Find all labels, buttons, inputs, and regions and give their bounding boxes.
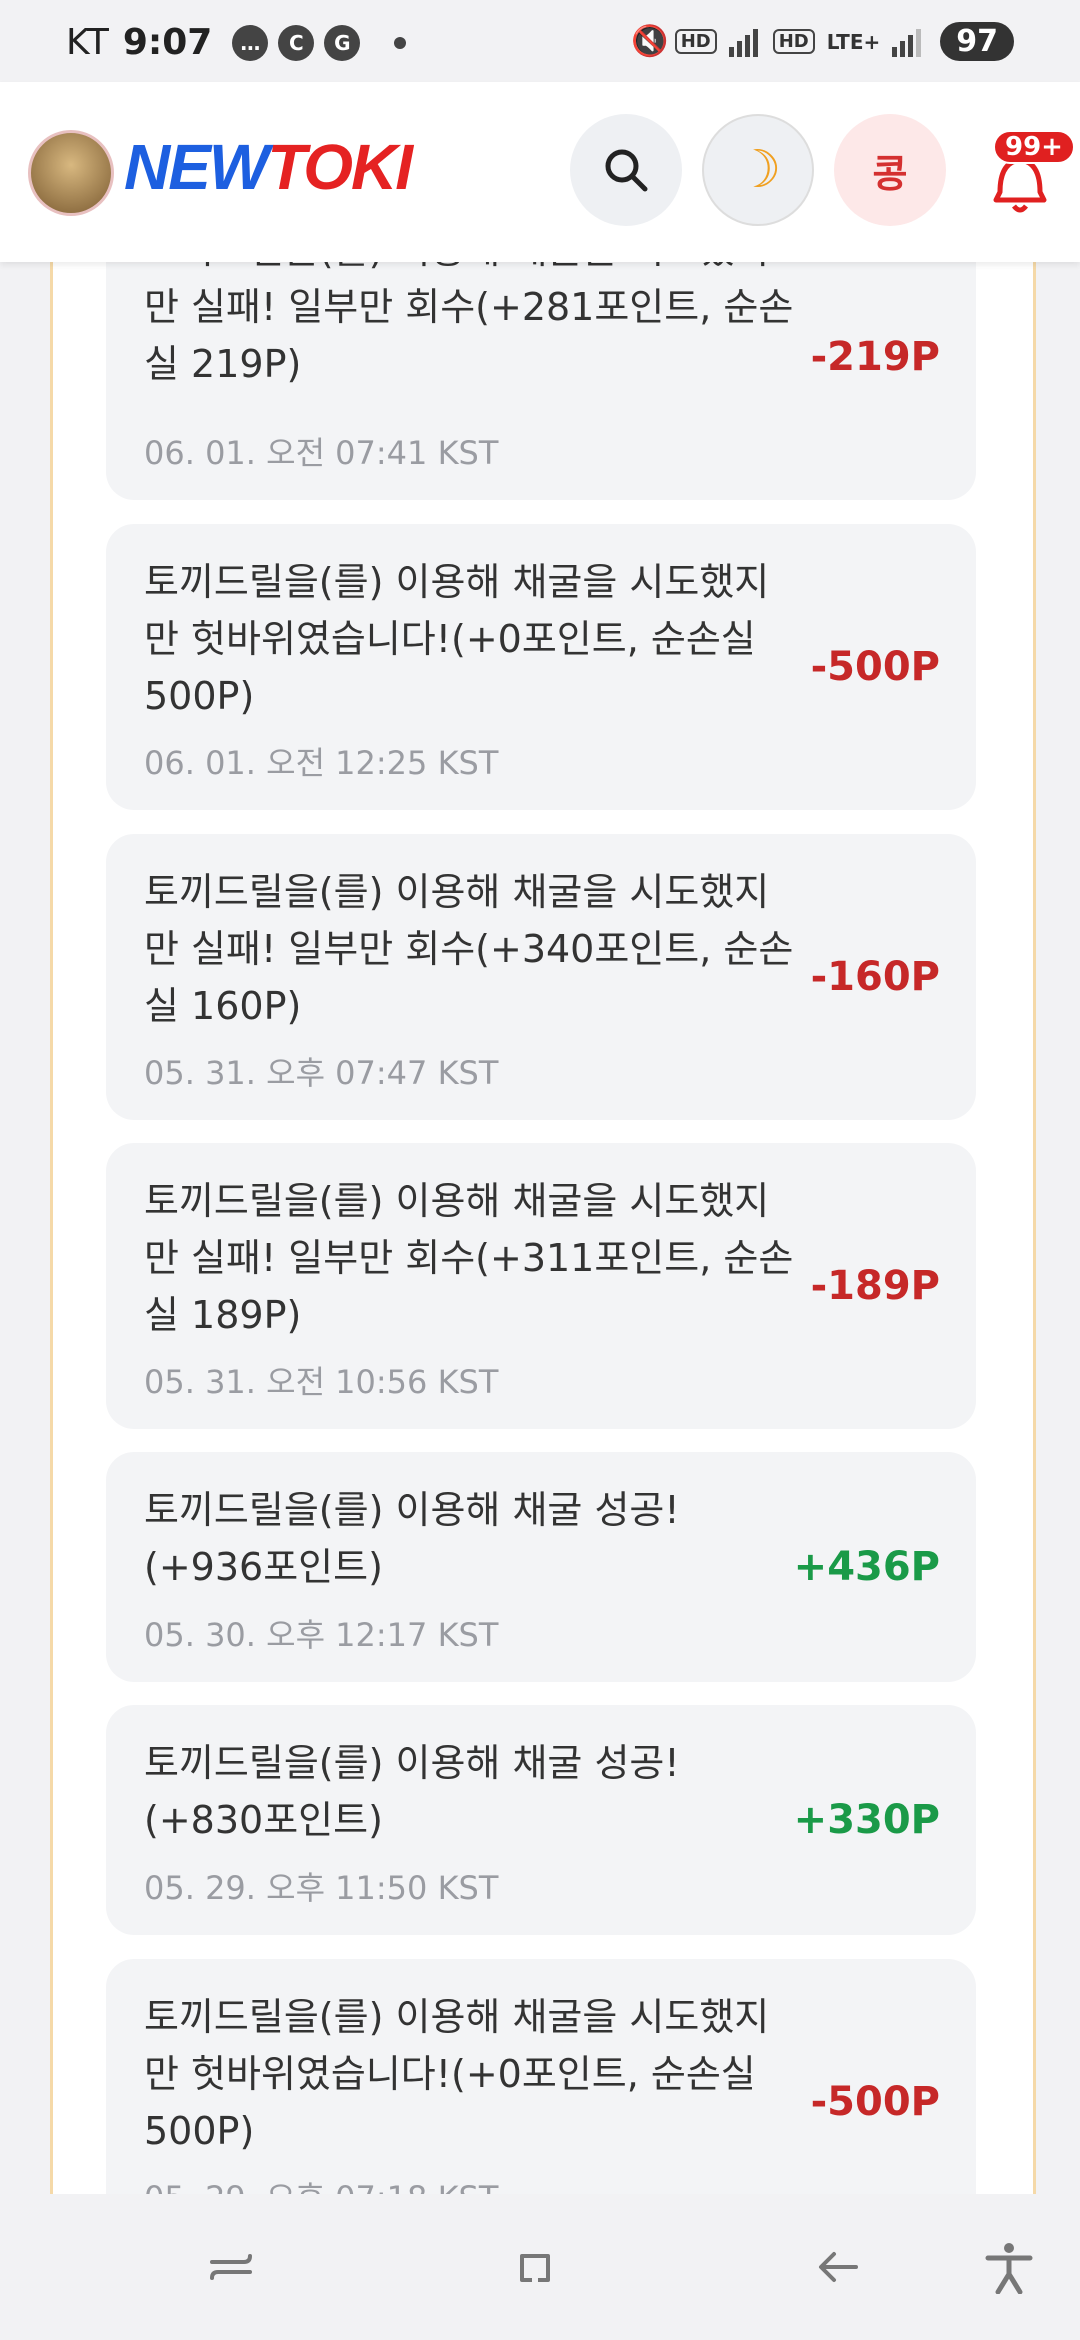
dark-mode-button[interactable]: ☽ bbox=[702, 114, 814, 226]
g-icon: G bbox=[324, 24, 361, 61]
list-item: 토끼드릴을(를) 이용해 채굴을 시도했지만 실패! 일부만 회수(+281포인… bbox=[106, 262, 976, 500]
history-message: 토끼드릴을(를) 이용해 채굴을 시도했지만 헛바위였습니다!(+0포인트, 순… bbox=[144, 560, 770, 718]
history-amount: -500P bbox=[810, 2079, 940, 2125]
moon-icon: ☽ bbox=[734, 140, 782, 200]
history-message: 토끼드릴을(를) 이용해 채굴을 시도했지만 실패! 일부만 회수(+311포인… bbox=[144, 1179, 794, 1337]
battery-indicator: 97 bbox=[940, 22, 1014, 61]
kong-label: 콩 bbox=[872, 151, 908, 196]
history-amount: -189P bbox=[810, 1263, 940, 1309]
carrier-label: KT bbox=[66, 22, 109, 63]
clock: 9:07 bbox=[122, 22, 213, 63]
history-amount: +330P bbox=[793, 1797, 940, 1843]
history-message: 토끼드릴을(를) 이용해 채굴을 시도했지만 실패! 일부만 회수(+340포인… bbox=[144, 870, 794, 1028]
history-date: 05. 30. 오후 12:17 KST bbox=[144, 1616, 499, 1654]
logo-avatar-icon[interactable] bbox=[28, 130, 114, 216]
history-message: 토끼드릴을(를) 이용해 채굴을 시도했지만 헛바위였습니다!(+0포인트, 순… bbox=[144, 1995, 770, 2153]
home-icon[interactable] bbox=[508, 2240, 562, 2294]
list-item: 토끼드릴을(를) 이용해 채굴 성공!(+830포인트) 05. 29. 오후 … bbox=[106, 1705, 976, 1935]
history-message: 토끼드릴을(를) 이용해 채굴 성공!(+936포인트) bbox=[144, 1488, 680, 1589]
list-item: 토끼드릴을(를) 이용해 채굴을 시도했지만 실패! 일부만 회수(+311포인… bbox=[106, 1143, 976, 1429]
history-date: 05. 31. 오후 07:47 KST bbox=[144, 1054, 499, 1092]
history-amount: +436P bbox=[793, 1544, 940, 1590]
site-logo[interactable]: NEWTOKI bbox=[124, 130, 413, 204]
status-bar: KT 9:07 … C G 🔇 HD HD LTE+ 97 bbox=[0, 0, 1080, 82]
history-date: 06. 01. 오전 12:25 KST bbox=[144, 744, 499, 782]
history-message: 토끼드릴을(를) 이용해 채굴을 시도했지만 실패! 일부만 회수(+281포인… bbox=[144, 262, 794, 386]
search-button[interactable] bbox=[570, 114, 682, 226]
site-header: NEWTOKI ☽ 콩 99+ bbox=[0, 82, 1080, 262]
signal-icon-2 bbox=[892, 27, 924, 57]
list-item: 토끼드릴을(를) 이용해 채굴을 시도했지만 실패! 일부만 회수(+340포인… bbox=[106, 834, 976, 1120]
search-icon bbox=[605, 149, 648, 192]
history-amount: -500P bbox=[810, 644, 940, 690]
list-item: 토끼드릴을(를) 이용해 채굴 성공!(+936포인트) 05. 30. 오후 … bbox=[106, 1452, 976, 1682]
list-item: 토끼드릴을(를) 이용해 채굴을 시도했지만 헛바위였습니다!(+0포인트, 순… bbox=[106, 524, 976, 810]
history-amount: -219P bbox=[810, 334, 940, 380]
history-date: 05. 31. 오전 10:56 KST bbox=[144, 1363, 499, 1401]
history-date: 05. 29. 오후 07:18 KST bbox=[144, 2173, 498, 2194]
history-message: 토끼드릴을(를) 이용해 채굴 성공!(+830포인트) bbox=[144, 1741, 680, 1842]
content-panel: 토끼드릴을(를) 이용해 채굴을 시도했지만 실패! 일부만 회수(+281포인… bbox=[50, 262, 1036, 2194]
kong-button[interactable]: 콩 bbox=[834, 114, 946, 226]
system-nav-bar bbox=[0, 2194, 1080, 2340]
network-type: LTE+ bbox=[826, 29, 881, 54]
notification-badge: 99+ bbox=[993, 130, 1075, 164]
list-item: 토끼드릴을(를) 이용해 채굴을 시도했지만 헛바위였습니다!(+0포인트, 순… bbox=[106, 1959, 976, 2194]
accessibility-icon[interactable] bbox=[982, 2240, 1036, 2294]
hd-icon-2: HD bbox=[772, 29, 815, 54]
recent-apps-icon[interactable] bbox=[204, 2240, 258, 2294]
back-icon[interactable] bbox=[812, 2240, 866, 2294]
more-notifications-dot-icon bbox=[394, 36, 407, 49]
history-date: 06. 01. 오전 07:41 KST bbox=[144, 434, 499, 472]
mute-icon: 🔇 bbox=[631, 24, 669, 59]
chat-bubble-icon: … bbox=[232, 24, 269, 61]
c-icon: C bbox=[278, 24, 315, 61]
signal-icon bbox=[728, 27, 761, 57]
hd-icon: HD bbox=[674, 29, 717, 54]
history-amount: -160P bbox=[810, 954, 940, 1000]
history-date: 05. 29. 오후 11:50 KST bbox=[144, 1869, 499, 1907]
